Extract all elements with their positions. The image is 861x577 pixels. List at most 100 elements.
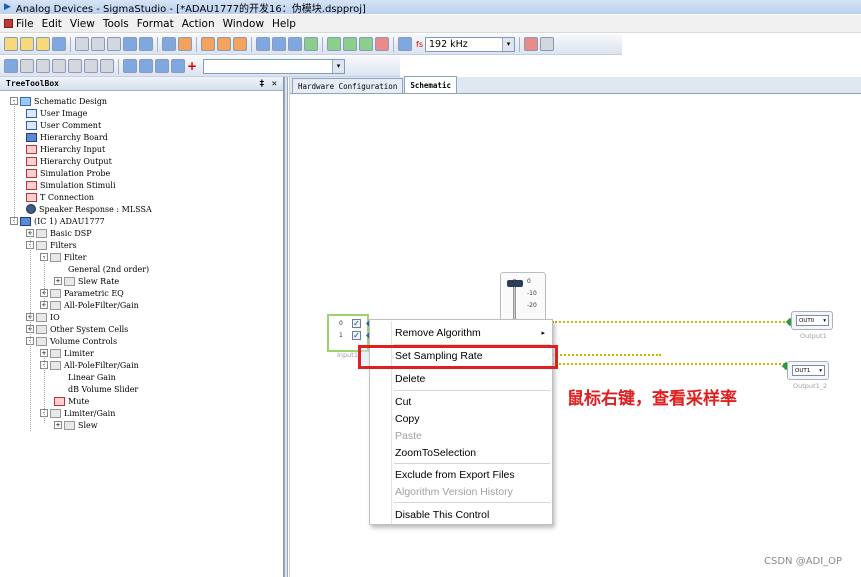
open-icon[interactable] [20, 37, 34, 51]
tree-item[interactable]: - Filters [26, 239, 77, 251]
block-d-icon[interactable] [171, 59, 185, 73]
tree-connector-line [44, 257, 45, 305]
open-recent-icon[interactable] [36, 37, 50, 51]
menu-view[interactable]: View [66, 18, 99, 30]
redo-icon[interactable] [139, 37, 153, 51]
window-cascade-icon[interactable] [217, 37, 231, 51]
volume-slider-knob[interactable] [507, 280, 523, 287]
link-compile-download-icon[interactable] [359, 37, 373, 51]
tab-schematic[interactable]: Schematic [404, 76, 457, 93]
pointer-icon[interactable] [178, 37, 192, 51]
menu-item-disable-this-control[interactable]: Disable This Control [370, 506, 552, 524]
table-icon[interactable] [272, 37, 286, 51]
output-block-out0[interactable]: OUT0 ▾ [791, 311, 833, 330]
expand-toggle-icon[interactable]: + [54, 277, 62, 285]
tree-item[interactable]: Simulation Probe [26, 167, 110, 179]
pin-icon[interactable]: ‡ [259, 79, 264, 89]
menu-item-zoom-to-selection[interactable]: ZoomToSelection [370, 444, 552, 462]
close-icon[interactable]: ✕ [272, 79, 277, 89]
input-channel-1-checkbox[interactable]: ✓ [352, 331, 361, 340]
expand-toggle-icon[interactable]: + [54, 421, 62, 429]
window-split-icon[interactable] [233, 37, 247, 51]
tree-item[interactable]: General (2nd order) [54, 263, 149, 275]
tree-item[interactable]: Simulation Stimuli [26, 179, 116, 191]
tree-item[interactable]: + Parametric EQ [40, 287, 124, 299]
align-top-icon[interactable] [52, 59, 66, 73]
panel-splitter[interactable] [284, 77, 288, 577]
output-block-out1[interactable]: OUT1 ▾ [787, 361, 829, 380]
tree-connector-line [14, 103, 15, 223]
align-center-icon[interactable] [20, 59, 34, 73]
tree-item[interactable]: - Filter [40, 251, 86, 263]
distribute-icon[interactable] [100, 59, 114, 73]
window-tile-icon[interactable] [201, 37, 215, 51]
settings-icon[interactable] [523, 37, 538, 51]
tree-item[interactable]: - Schematic Design [10, 95, 107, 107]
tree-item[interactable]: Linear Gain [54, 371, 116, 383]
tree-item[interactable]: - Limiter/Gain [40, 407, 115, 419]
tree-item[interactable]: - Volume Controls [26, 335, 117, 347]
menu-action[interactable]: Action [178, 18, 219, 30]
out0-dropdown[interactable]: OUT0 ▾ [796, 315, 829, 326]
grid-icon[interactable] [162, 37, 176, 51]
tree-item[interactable]: Speaker Response : MLSSA [26, 203, 152, 215]
add-icon[interactable]: + [187, 59, 197, 73]
tree-item-label: Other System Cells [50, 324, 129, 334]
paste-icon[interactable] [107, 37, 121, 51]
tree-item[interactable]: User Image [26, 107, 87, 119]
link-download-icon[interactable] [343, 37, 357, 51]
align-right-icon[interactable] [36, 59, 50, 73]
new-project-icon[interactable] [4, 37, 18, 51]
menu-item-delete[interactable]: Delete [370, 370, 552, 388]
menu-item-cut[interactable]: Cut [370, 393, 552, 411]
tab-hardware-configuration[interactable]: Hardware Configuration [292, 78, 404, 93]
cut-icon[interactable] [75, 37, 89, 51]
menu-tools[interactable]: Tools [99, 18, 133, 30]
layout-icon[interactable] [256, 37, 270, 51]
menu-edit[interactable]: Edit [38, 18, 66, 30]
undo-icon[interactable] [123, 37, 137, 51]
tree-item[interactable]: + IO [26, 311, 60, 323]
tree-item[interactable]: - (IC 1) ADAU1777 [10, 215, 105, 227]
tree-item[interactable]: T Connection [26, 191, 94, 203]
block-c-icon[interactable] [155, 59, 169, 73]
save-icon[interactable] [52, 37, 66, 51]
tree-item[interactable]: dB Volume Slider [54, 383, 138, 395]
tree-item[interactable]: User Comment [26, 119, 101, 131]
tree-item[interactable]: Hierarchy Board [26, 131, 108, 143]
tree-item[interactable]: + Other System Cells [26, 323, 128, 335]
tools-icon[interactable] [539, 37, 554, 51]
align-bottom-icon[interactable] [84, 59, 98, 73]
toolbar-combo[interactable]: ▾ [203, 58, 346, 74]
tree-item-label: Slew Rate [78, 276, 120, 286]
block-a-icon[interactable] [123, 59, 137, 73]
align-middle-icon[interactable] [68, 59, 82, 73]
tree-item[interactable]: + Limiter [40, 347, 94, 359]
tree-item[interactable]: Hierarchy Output [26, 155, 112, 167]
menu-item-copy[interactable]: Copy [370, 410, 552, 428]
input-channel-0-checkbox[interactable]: ✓ [352, 319, 361, 328]
menu-format[interactable]: Format [133, 18, 178, 30]
menu-window[interactable]: Window [219, 18, 268, 30]
link-compile-icon[interactable] [327, 37, 341, 51]
network-icon[interactable] [304, 37, 318, 51]
block-b-icon[interactable] [139, 59, 153, 73]
tree-item[interactable]: + All-PoleFilter/Gain [40, 299, 139, 311]
tree-item[interactable]: + Slew Rate [54, 275, 119, 287]
list-icon[interactable] [288, 37, 302, 51]
out1-dropdown[interactable]: OUT1 ▾ [792, 365, 825, 376]
tree-item[interactable]: + Slew [54, 419, 98, 431]
connection-icon[interactable] [398, 37, 412, 51]
tree-item[interactable]: Mute [54, 395, 89, 407]
menu-help[interactable]: Help [268, 18, 300, 30]
tree-item[interactable]: - All-PoleFilter/Gain [40, 359, 139, 371]
tree-item[interactable]: + Basic DSP [26, 227, 92, 239]
hardware-icon[interactable] [375, 37, 389, 51]
menu-file[interactable]: File [0, 18, 38, 30]
copy-icon[interactable] [91, 37, 105, 51]
align-left-icon[interactable] [4, 59, 18, 73]
menu-item-remove-algorithm[interactable]: Remove Algorithm ▸ [370, 324, 552, 342]
menu-item-exclude-from-export[interactable]: Exclude from Export Files [370, 466, 552, 484]
tree-item[interactable]: Hierarchy Input [26, 143, 105, 155]
sample-rate-dropdown[interactable]: 192 kHz ▾ [424, 36, 515, 52]
